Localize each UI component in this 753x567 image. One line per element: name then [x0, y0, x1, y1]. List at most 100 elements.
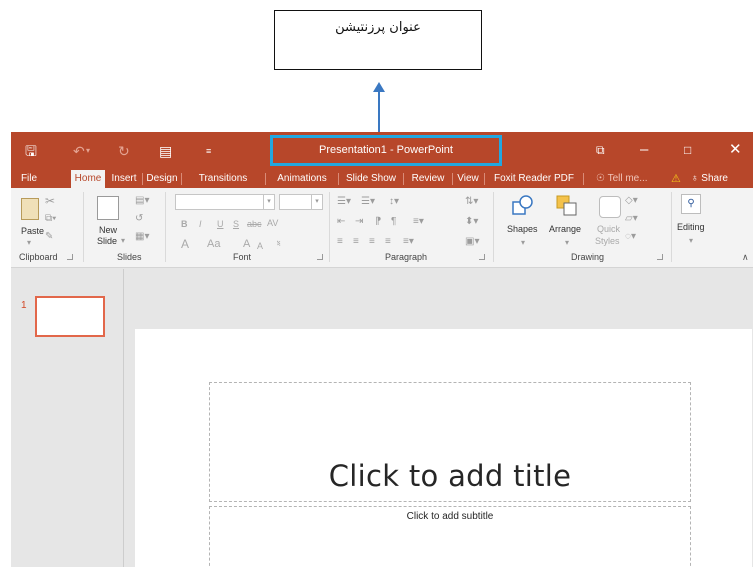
quick-styles-label-1[interactable]: Quick: [597, 224, 620, 234]
tab-insert[interactable]: Insert: [107, 170, 141, 188]
customize-qat-icon[interactable]: ≡: [206, 143, 211, 159]
numbering-icon[interactable]: ☰▾: [361, 197, 375, 207]
shrink-font-button[interactable]: A: [257, 241, 263, 251]
title-placeholder-text: Click to add title: [328, 459, 572, 493]
font-dialog-launcher-icon[interactable]: [317, 254, 323, 260]
format-painter-icon[interactable]: ✎: [45, 232, 53, 242]
screenshot: عنوان پرزنتیشن 🖫 ↶ ▾ ↻ ▤ ≡ Presentation1…: [0, 0, 753, 567]
undo-icon[interactable]: ↶: [73, 143, 85, 159]
distributed-icon[interactable]: ≡▾: [403, 237, 414, 247]
slide-thumbnail[interactable]: [35, 296, 105, 337]
group-separator: [165, 192, 166, 262]
warning-icon[interactable]: ⚠: [671, 170, 681, 188]
layout-icon[interactable]: ▤▾: [135, 196, 149, 206]
search-icon[interactable]: ⚲: [681, 194, 701, 214]
tab-transitions[interactable]: Transitions: [183, 170, 263, 188]
text-direction-icon[interactable]: ⇅▾: [465, 197, 478, 207]
bullets-icon[interactable]: ☰▾: [337, 197, 351, 207]
tab-animations[interactable]: Animations: [267, 170, 337, 188]
cut-icon[interactable]: ✂: [45, 195, 55, 207]
copy-icon[interactable]: ⧉▾: [45, 214, 56, 224]
quick-styles-icon[interactable]: [599, 196, 621, 218]
smartart-icon[interactable]: ▣▾: [465, 237, 479, 247]
group-label-drawing: Drawing: [571, 252, 605, 262]
drawing-dialog-launcher-icon[interactable]: [657, 254, 663, 260]
paste-label[interactable]: Paste: [21, 226, 44, 236]
arrange-icon[interactable]: [555, 194, 579, 218]
align-right-icon[interactable]: ≡: [369, 237, 375, 247]
shapes-icon[interactable]: [511, 194, 535, 218]
section-icon[interactable]: ▦▾: [135, 232, 149, 242]
grow-font-button[interactable]: A: [243, 239, 250, 250]
tab-review[interactable]: Review: [405, 170, 451, 188]
editing-dropdown-icon[interactable]: ▾: [689, 236, 693, 246]
font-name-combo[interactable]: ▾: [175, 194, 275, 210]
paragraph-dialog-launcher-icon[interactable]: [479, 254, 485, 260]
tab-file[interactable]: File: [17, 170, 41, 188]
increase-indent-icon[interactable]: ⇥: [355, 217, 363, 227]
clear-formatting-icon[interactable]: ⹏: [277, 239, 280, 249]
shapes-label[interactable]: Shapes: [507, 224, 538, 234]
decrease-indent-icon[interactable]: ⇤: [337, 217, 345, 227]
ltr-icon[interactable]: ¶: [391, 217, 396, 227]
underline-button[interactable]: U: [217, 219, 224, 229]
align-text-icon[interactable]: ⬍▾: [465, 217, 478, 227]
tab-slide-show[interactable]: Slide Show: [341, 170, 401, 188]
align-left-icon[interactable]: ≡: [337, 237, 343, 247]
shape-outline-icon[interactable]: ▱▾: [625, 214, 638, 224]
arrange-dropdown-icon[interactable]: ▾: [565, 238, 569, 248]
start-from-beginning-icon[interactable]: ▤: [159, 143, 172, 159]
subtitle-placeholder[interactable]: Click to add subtitle: [209, 506, 691, 567]
justify-icon[interactable]: ≡: [385, 237, 391, 247]
paste-icon[interactable]: [21, 198, 39, 220]
shadow-button[interactable]: S: [233, 219, 239, 229]
character-spacing-button[interactable]: AV: [267, 218, 278, 228]
new-slide-label-1[interactable]: New: [99, 225, 117, 235]
editing-button[interactable]: Editing: [677, 222, 705, 232]
arrange-label[interactable]: Arrange: [549, 224, 581, 234]
tab-foxit-reader-pdf[interactable]: Foxit Reader PDF: [487, 170, 581, 188]
line-spacing-icon[interactable]: ↕▾: [389, 197, 399, 207]
columns-icon[interactable]: ≡▾: [413, 217, 424, 227]
title-placeholder[interactable]: Click to add title: [209, 382, 691, 502]
center-icon[interactable]: ≡: [353, 237, 359, 247]
save-icon[interactable]: 🖫: [25, 143, 37, 159]
undo-dropdown-icon[interactable]: ▾: [86, 143, 90, 159]
shapes-dropdown-icon[interactable]: ▾: [521, 238, 525, 248]
redo-icon[interactable]: ↻: [118, 143, 130, 159]
tab-home[interactable]: Home: [71, 170, 105, 188]
clipboard-dialog-launcher-icon[interactable]: [67, 254, 73, 260]
annotation-arrow-line: [378, 88, 380, 132]
font-color-button[interactable]: A: [181, 238, 189, 250]
shape-effects-icon[interactable]: ◌▾: [625, 232, 636, 242]
tab-separator: [452, 173, 453, 185]
ribbon-tabs: File Home Insert Design Transitions Anim…: [11, 170, 753, 188]
reset-icon[interactable]: ↺: [135, 214, 143, 224]
bold-button[interactable]: B: [181, 219, 188, 229]
paste-dropdown-icon[interactable]: ▾: [27, 238, 31, 248]
new-slide-icon[interactable]: [97, 196, 119, 220]
share-button[interactable]: ♁ Share: [691, 170, 728, 188]
tab-view[interactable]: View: [454, 170, 482, 188]
group-label-slides: Slides: [117, 252, 142, 262]
new-slide-label-2[interactable]: Slide: [97, 236, 117, 246]
font-size-combo[interactable]: ▾: [279, 194, 323, 210]
tell-me-box[interactable]: ☉ Tell me...: [596, 170, 648, 188]
maximize-icon[interactable]: □: [684, 141, 691, 159]
tab-design[interactable]: Design: [144, 170, 180, 188]
annotation-callout: عنوان پرزنتیشن: [274, 10, 482, 70]
tell-me-label: Tell me...: [607, 173, 648, 184]
change-case-button[interactable]: Aa: [207, 239, 220, 250]
rtl-icon[interactable]: ⁋: [375, 217, 381, 227]
new-slide-dropdown-icon[interactable]: ▾: [121, 236, 125, 246]
ribbon-display-options-icon[interactable]: ⧉: [596, 141, 605, 159]
minimize-icon[interactable]: –: [640, 141, 648, 159]
close-icon[interactable]: ✕: [729, 141, 742, 159]
quick-styles-label-2[interactable]: Styles: [595, 236, 620, 246]
share-label: Share: [701, 173, 728, 184]
collapse-ribbon-icon[interactable]: ∧: [742, 252, 749, 263]
strikethrough-button[interactable]: abc: [247, 219, 262, 229]
annotation-label: عنوان پرزنتیشن: [335, 20, 421, 35]
shape-fill-icon[interactable]: ◇▾: [625, 196, 638, 206]
italic-button[interactable]: I: [199, 219, 202, 229]
